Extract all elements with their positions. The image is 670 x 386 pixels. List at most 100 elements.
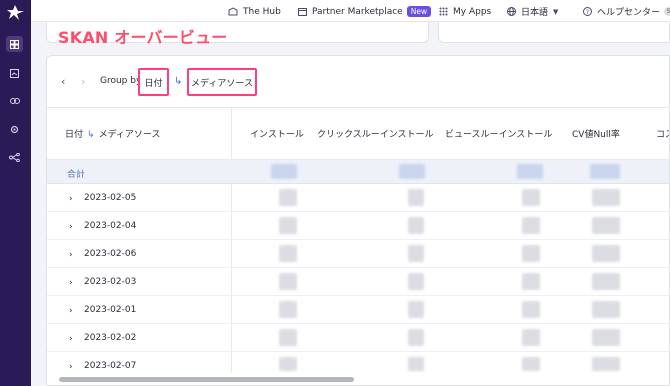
redacted-cell: [408, 273, 424, 290]
redacted-cell: [408, 329, 424, 346]
group-by-media-source-label: メディアソース: [191, 78, 253, 89]
row-date: 2023-02-02: [84, 333, 137, 343]
column-header-installs[interactable]: インストール: [250, 127, 304, 140]
table-row[interactable]: › 2023-02-01: [47, 296, 669, 324]
table-row[interactable]: › 2023-02-02: [47, 324, 669, 352]
chevron-down-icon: ▼: [553, 7, 559, 16]
redacted-cell: [408, 217, 424, 234]
redacted-cell: [522, 357, 540, 371]
partner-marketplace-label: Partner Marketplace: [312, 6, 403, 17]
column-header-view-through-installs[interactable]: ビュースルーインストール: [445, 127, 552, 140]
globe-icon: [507, 7, 516, 16]
table-row[interactable]: › 2023-02-03: [47, 268, 669, 296]
redacted-cell: [399, 164, 425, 179]
chevron-right-icon[interactable]: ›: [69, 334, 73, 344]
redacted-cell: [592, 329, 620, 346]
chevron-right-icon[interactable]: ›: [69, 278, 73, 288]
report-table-card: ‹ › Group by 日付 ↳ メディアソース 日付 ↳ メディアソース インス…: [46, 55, 670, 386]
redacted-cell: [592, 217, 620, 234]
report-icon[interactable]: [6, 65, 23, 81]
row-date: 2023-02-01: [84, 305, 137, 315]
top-navigation: The Hub Partner Marketplace New My Apps …: [31, 0, 670, 22]
row-date: 2023-02-03: [84, 277, 137, 287]
row-date: 2023-02-04: [84, 221, 137, 231]
chevron-right-icon[interactable]: ›: [69, 222, 73, 232]
row-date: 2023-02-05: [84, 193, 137, 203]
redacted-cell: [592, 357, 620, 371]
dimension-column-header[interactable]: 日付 ↳ メディアソース: [65, 127, 160, 140]
redacted-cell: [522, 217, 540, 234]
redacted-cell: [271, 164, 297, 179]
redacted-cell: [522, 273, 540, 290]
redacted-cell: [592, 245, 620, 262]
calendar-icon: [298, 8, 307, 16]
redacted-cell: [522, 301, 540, 318]
language-selector[interactable]: 日本語 ▼: [507, 5, 558, 18]
table-row[interactable]: › 2023-02-04: [47, 212, 669, 240]
column-header-cv-null-rate[interactable]: CV値Null率: [572, 127, 620, 140]
gear-icon[interactable]: [6, 121, 23, 137]
nested-arrow-icon: ↳: [174, 76, 183, 87]
row-date: 2023-02-07: [84, 361, 137, 371]
group-by-media-source-chip[interactable]: メディアソース: [187, 68, 257, 96]
row-date: 2023-02-06: [84, 249, 137, 259]
new-badge: New: [406, 6, 432, 17]
redacted-cell: [279, 273, 297, 290]
dimension-header-date: 日付: [65, 130, 84, 140]
link-icon[interactable]: [6, 93, 23, 109]
table-row[interactable]: › 2023-02-05: [47, 184, 669, 212]
chevron-right-icon[interactable]: ›: [81, 75, 85, 88]
total-label: 合計: [67, 170, 86, 180]
group-by-date-label: 日付: [144, 78, 163, 89]
redacted-cell: [279, 189, 297, 206]
help-icon: ?: [583, 7, 592, 16]
redacted-cell: [592, 273, 620, 290]
redacted-cell: [279, 217, 297, 234]
redacted-cell: [522, 245, 540, 262]
side-card: [438, 22, 670, 43]
the-hub-label: The Hub: [243, 6, 281, 17]
column-header-cost[interactable]: コス: [656, 127, 669, 140]
redacted-cell: [408, 357, 424, 371]
help-center-link[interactable]: ? ヘルプセンター 5: [583, 5, 670, 18]
redacted-cell: [590, 164, 620, 179]
redacted-cell: [279, 301, 297, 318]
scrollbar-thumb[interactable]: [59, 377, 354, 382]
dimension-header-media-source: メディアソース: [98, 130, 161, 140]
total-row: [47, 160, 669, 184]
page-title: SKAN オーバービュー: [58, 28, 228, 47]
chevron-right-icon[interactable]: ›: [69, 362, 73, 372]
nested-arrow-icon: ↳: [87, 130, 95, 140]
redacted-cell: [408, 301, 424, 318]
language-label: 日本語: [521, 8, 549, 18]
redacted-cell: [279, 245, 297, 262]
the-hub-link[interactable]: The Hub: [228, 5, 281, 18]
redacted-cell: [279, 329, 297, 346]
redacted-cell: [408, 245, 424, 262]
chevron-right-icon[interactable]: ›: [69, 250, 73, 260]
chevron-right-icon[interactable]: ›: [69, 194, 73, 204]
redacted-cell: [522, 329, 540, 346]
redacted-cell: [517, 164, 543, 179]
partner-marketplace-link[interactable]: Partner Marketplace New: [298, 5, 432, 18]
column-header-click-through-installs[interactable]: クリックスルーインストール: [317, 127, 434, 140]
help-center-label: ヘルプセンター: [597, 8, 661, 18]
apps-grid-icon: [439, 7, 448, 16]
company-logo-icon[interactable]: [6, 4, 25, 21]
redacted-cell: [408, 189, 424, 206]
group-by-label: Group by: [100, 76, 142, 86]
redacted-cell: [592, 189, 620, 206]
redacted-cell: [279, 357, 297, 371]
my-apps-link[interactable]: My Apps: [439, 5, 491, 18]
chevron-right-icon[interactable]: ›: [69, 306, 73, 316]
hub-icon: [228, 7, 238, 16]
group-by-date-chip[interactable]: 日付: [138, 68, 169, 96]
integration-icon[interactable]: [6, 149, 23, 165]
help-badge: 5: [664, 7, 670, 16]
chevron-left-icon[interactable]: ‹: [61, 75, 65, 88]
dashboard-icon[interactable]: [6, 36, 23, 52]
redacted-cell: [522, 189, 540, 206]
table-row[interactable]: › 2023-02-06: [47, 240, 669, 268]
svg-text:?: ?: [586, 9, 589, 16]
my-apps-label: My Apps: [453, 6, 492, 17]
